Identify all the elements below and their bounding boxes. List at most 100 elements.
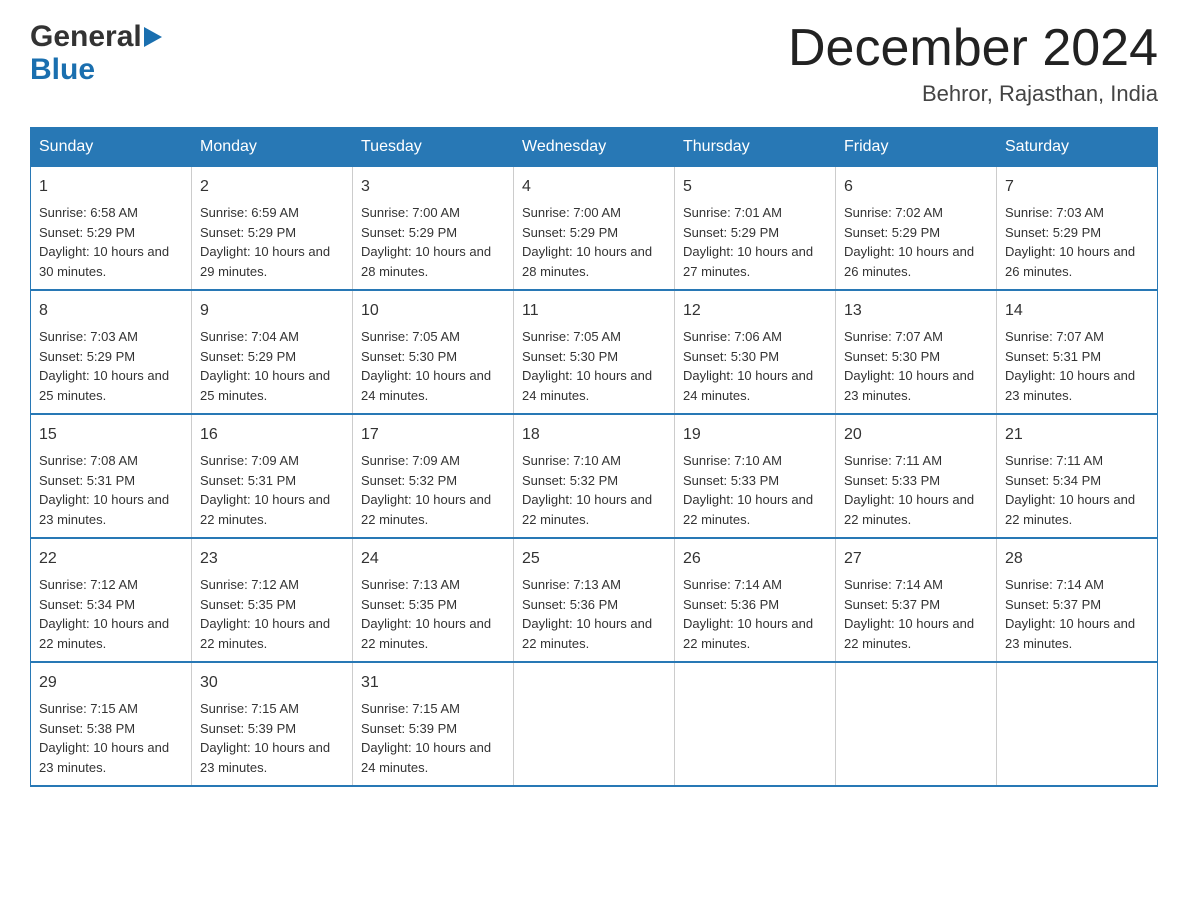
sunrise-text: Sunrise: 7:04 AM (200, 329, 299, 344)
title-section: December 2024 Behror, Rajasthan, India (788, 20, 1158, 107)
sunset-text: Sunset: 5:29 PM (522, 225, 618, 240)
table-row: 10Sunrise: 7:05 AMSunset: 5:30 PMDayligh… (353, 290, 514, 414)
table-row: 28Sunrise: 7:14 AMSunset: 5:37 PMDayligh… (997, 538, 1158, 662)
header-wednesday: Wednesday (514, 128, 675, 167)
sunrise-text: Sunrise: 7:01 AM (683, 205, 782, 220)
sunrise-text: Sunrise: 7:13 AM (522, 577, 621, 592)
sunrise-text: Sunrise: 7:02 AM (844, 205, 943, 220)
sunset-text: Sunset: 5:32 PM (522, 473, 618, 488)
table-row: 2Sunrise: 6:59 AMSunset: 5:29 PMDaylight… (192, 167, 353, 291)
table-row: 14 Sunrise: 7:07 AM Sunset: 5:31 PM Dayligh… (997, 290, 1158, 414)
calendar-week-row: 1 Sunrise: 6:58 AM Sunset: 5:29 PM Daylight… (31, 167, 1158, 291)
day-number: 15 (39, 423, 183, 447)
sunrise-text: Sunrise: 6:58 AM (39, 205, 138, 220)
daylight-text: Daylight: 10 hours and 23 minutes. (39, 492, 169, 527)
sunset-text: Sunset: 5:31 PM (200, 473, 296, 488)
sunrise-text: Sunrise: 7:06 AM (683, 329, 782, 344)
daylight-text: Daylight: 10 hours and 28 minutes. (522, 244, 652, 279)
daylight-text: Daylight: 10 hours and 23 minutes. (39, 740, 169, 775)
sunset-text: Sunset: 5:33 PM (844, 473, 940, 488)
day-number: 10 (361, 299, 505, 323)
daylight-text: Daylight: 10 hours and 22 minutes. (1005, 492, 1135, 527)
sunset-text: Sunset: 5:30 PM (522, 349, 618, 364)
page-header: General Blue December 2024 Behror, Rajas… (30, 20, 1158, 107)
day-number: 11 (522, 299, 666, 323)
logo: General Blue (30, 20, 162, 86)
sunrise-text: Sunrise: 7:15 AM (361, 701, 460, 716)
table-row: 20Sunrise: 7:11 AMSunset: 5:33 PMDayligh… (836, 414, 997, 538)
sunrise-text: Sunrise: 6:59 AM (200, 205, 299, 220)
daylight-text: Daylight: 10 hours and 22 minutes. (200, 616, 330, 651)
month-title: December 2024 (788, 20, 1158, 77)
daylight-text: Daylight: 10 hours and 23 minutes. (844, 368, 974, 403)
daylight-text: Daylight: 10 hours and 24 minutes. (361, 740, 491, 775)
table-row: 11Sunrise: 7:05 AMSunset: 5:30 PMDayligh… (514, 290, 675, 414)
location-title: Behror, Rajasthan, India (788, 81, 1158, 107)
table-row: 16Sunrise: 7:09 AMSunset: 5:31 PMDayligh… (192, 414, 353, 538)
sunrise-text: Sunrise: 7:15 AM (200, 701, 299, 716)
daylight-text: Daylight: 10 hours and 24 minutes. (683, 368, 813, 403)
daylight-text: Daylight: 10 hours and 23 minutes. (200, 740, 330, 775)
sunset-text: Sunset: 5:31 PM (39, 473, 135, 488)
sunset-text: Sunset: 5:29 PM (1005, 225, 1101, 240)
sunset-text: Sunset: 5:39 PM (200, 721, 296, 736)
calendar-table: Sunday Monday Tuesday Wednesday Thursday… (30, 127, 1158, 787)
sunrise-text: Sunrise: 7:10 AM (683, 453, 782, 468)
daylight-text: Daylight: 10 hours and 22 minutes. (522, 616, 652, 651)
sunset-text: Sunset: 5:37 PM (1005, 597, 1101, 612)
sunset-text: Sunset: 5:36 PM (683, 597, 779, 612)
table-row: 4Sunrise: 7:00 AMSunset: 5:29 PMDaylight… (514, 167, 675, 291)
daylight-text: Daylight: 10 hours and 25 minutes. (200, 368, 330, 403)
header-friday: Friday (836, 128, 997, 167)
daylight-text: Daylight: 10 hours and 30 minutes. (39, 244, 169, 279)
table-row: 3Sunrise: 7:00 AMSunset: 5:29 PMDaylight… (353, 167, 514, 291)
sunrise-text: Sunrise: 7:07 AM (1005, 329, 1104, 344)
logo-blue-text: Blue (30, 53, 162, 86)
day-number: 1 (39, 175, 183, 199)
table-row: 5Sunrise: 7:01 AMSunset: 5:29 PMDaylight… (675, 167, 836, 291)
sunrise-text: Sunrise: 7:03 AM (39, 329, 138, 344)
table-row: 30 Sunrise: 7:15 AM Sunset: 5:39 PM Dayligh… (192, 662, 353, 786)
daylight-text: Daylight: 10 hours and 23 minutes. (1005, 368, 1135, 403)
day-number: 13 (844, 299, 988, 323)
sunset-text: Sunset: 5:35 PM (200, 597, 296, 612)
day-number: 4 (522, 175, 666, 199)
sunrise-text: Sunrise: 7:11 AM (1005, 453, 1103, 468)
daylight-text: Daylight: 10 hours and 22 minutes. (844, 616, 974, 651)
sunset-text: Sunset: 5:29 PM (361, 225, 457, 240)
sunset-text: Sunset: 5:33 PM (683, 473, 779, 488)
sunset-text: Sunset: 5:38 PM (39, 721, 135, 736)
table-row: 22Sunrise: 7:12 AMSunset: 5:34 PMDayligh… (31, 538, 192, 662)
sunset-text: Sunset: 5:30 PM (683, 349, 779, 364)
day-number: 5 (683, 175, 827, 199)
sunrise-text: Sunrise: 7:12 AM (200, 577, 299, 592)
table-row: 8Sunrise: 7:03 AMSunset: 5:29 PMDaylight… (31, 290, 192, 414)
sunrise-text: Sunrise: 7:14 AM (1005, 577, 1104, 592)
table-row (997, 662, 1158, 786)
sunset-text: Sunset: 5:39 PM (361, 721, 457, 736)
daylight-text: Daylight: 10 hours and 22 minutes. (844, 492, 974, 527)
table-row: 24Sunrise: 7:13 AMSunset: 5:35 PMDayligh… (353, 538, 514, 662)
daylight-text: Daylight: 10 hours and 26 minutes. (844, 244, 974, 279)
sunrise-text: Sunrise: 7:12 AM (39, 577, 138, 592)
header-tuesday: Tuesday (353, 128, 514, 167)
daylight-text: Daylight: 10 hours and 22 minutes. (361, 616, 491, 651)
daylight-text: Daylight: 10 hours and 27 minutes. (683, 244, 813, 279)
table-row: 26Sunrise: 7:14 AMSunset: 5:36 PMDayligh… (675, 538, 836, 662)
day-number: 20 (844, 423, 988, 447)
daylight-text: Daylight: 10 hours and 24 minutes. (522, 368, 652, 403)
sunrise-text: Sunrise: 7:08 AM (39, 453, 138, 468)
daylight-text: Daylight: 10 hours and 24 minutes. (361, 368, 491, 403)
table-row: 27Sunrise: 7:14 AMSunset: 5:37 PMDayligh… (836, 538, 997, 662)
table-row: 25Sunrise: 7:13 AMSunset: 5:36 PMDayligh… (514, 538, 675, 662)
sunset-text: Sunset: 5:31 PM (1005, 349, 1101, 364)
daylight-text: Daylight: 10 hours and 22 minutes. (200, 492, 330, 527)
day-number: 14 (1005, 299, 1149, 323)
day-number: 30 (200, 671, 344, 695)
table-row: 31Sunrise: 7:15 AMSunset: 5:39 PMDayligh… (353, 662, 514, 786)
day-number: 27 (844, 547, 988, 571)
table-row: 29Sunrise: 7:15 AMSunset: 5:38 PMDayligh… (31, 662, 192, 786)
header-saturday: Saturday (997, 128, 1158, 167)
calendar-week-row: 8Sunrise: 7:03 AMSunset: 5:29 PMDaylight… (31, 290, 1158, 414)
sunrise-text: Sunrise: 7:03 AM (1005, 205, 1104, 220)
